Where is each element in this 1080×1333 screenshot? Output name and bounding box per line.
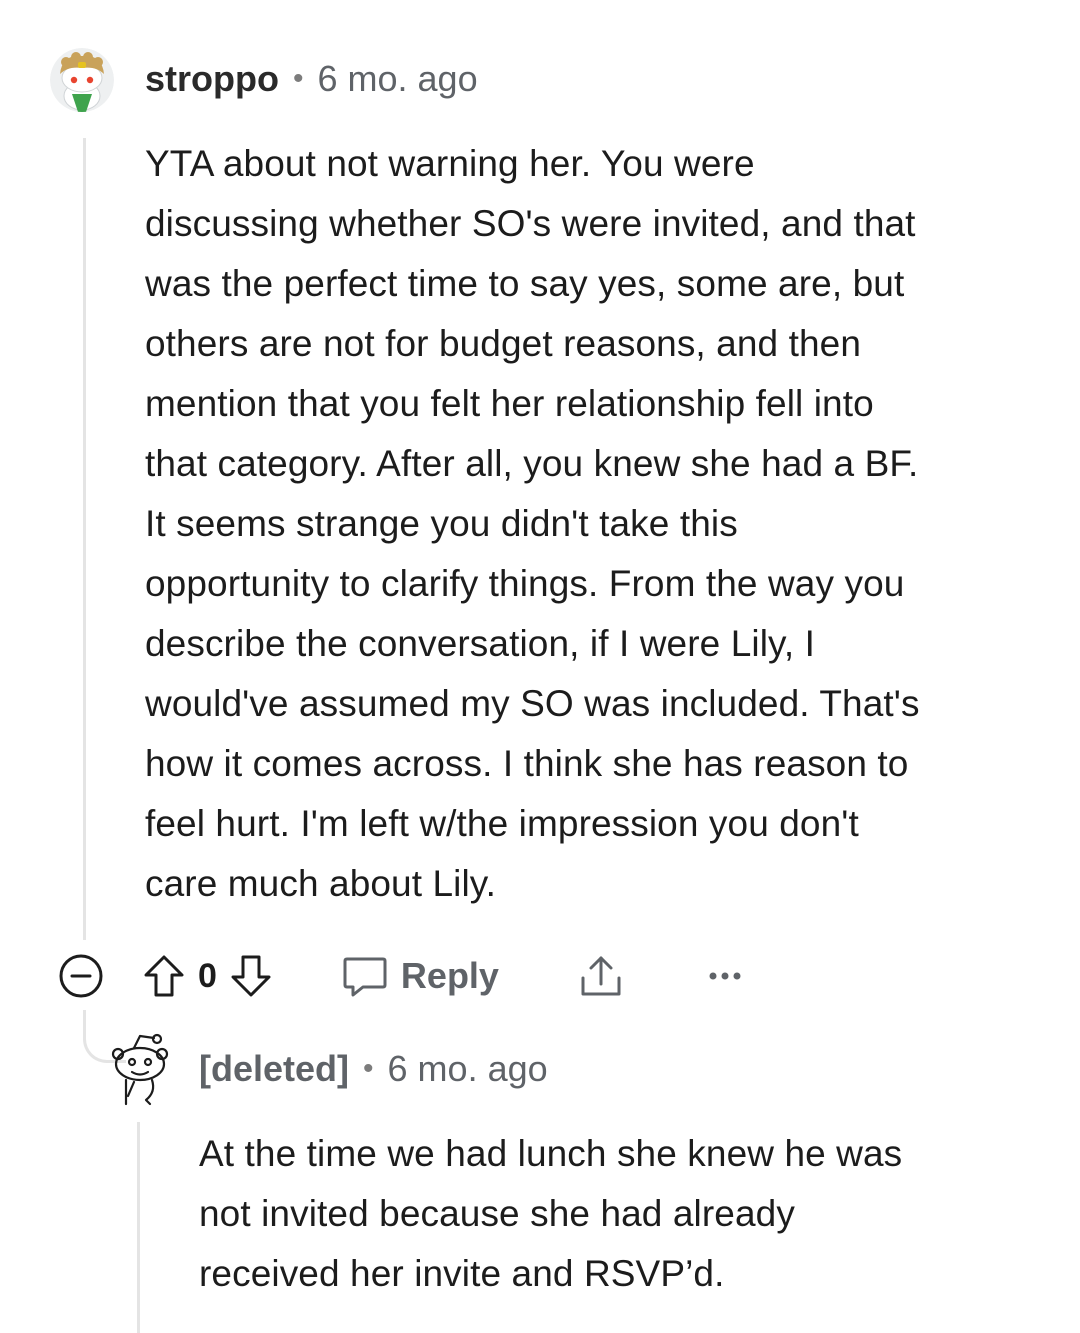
username-deleted: [deleted] [199,1048,350,1089]
share-button[interactable] [577,952,625,1000]
comment-meta-reply: [deleted] • 6 mo. ago [199,1048,548,1090]
collapse-minus-icon [59,954,103,998]
thread-line-reply [137,1122,140,1333]
thread-line-main [83,138,86,940]
upvote-button[interactable] [140,951,188,1001]
vote-score: 0 [198,956,217,995]
comment-action-bar: 0 Reply [56,946,743,1006]
timestamp[interactable]: 6 mo. ago [388,1048,548,1090]
separator-dot: • [292,62,304,95]
downvote-arrow-icon [231,955,271,997]
comment-meta: stroppo • 6 mo. ago [145,58,478,100]
separator-dot: • [363,1052,374,1085]
deleted-user-avatar [104,1032,174,1108]
reply-body: At the time we had lunch she knew he was… [199,1133,903,1294]
more-dots-icon [709,972,741,980]
reply-button[interactable]: Reply [341,953,499,999]
timestamp[interactable]: 6 mo. ago [318,58,478,100]
more-options-button[interactable] [707,970,743,982]
collapse-button[interactable] [56,951,106,1001]
user-avatar[interactable] [50,48,114,112]
comment-body: YTA about not warning her. You were disc… [145,143,920,904]
username[interactable]: stroppo [145,58,279,100]
snoo-avatar-icon [50,48,114,112]
speech-bubble-icon [343,957,387,997]
upvote-arrow-icon [144,955,184,997]
deleted-snoo-icon [111,1033,169,1106]
downvote-button[interactable] [227,951,275,1001]
reply-label: Reply [400,955,499,996]
share-icon [581,956,621,996]
